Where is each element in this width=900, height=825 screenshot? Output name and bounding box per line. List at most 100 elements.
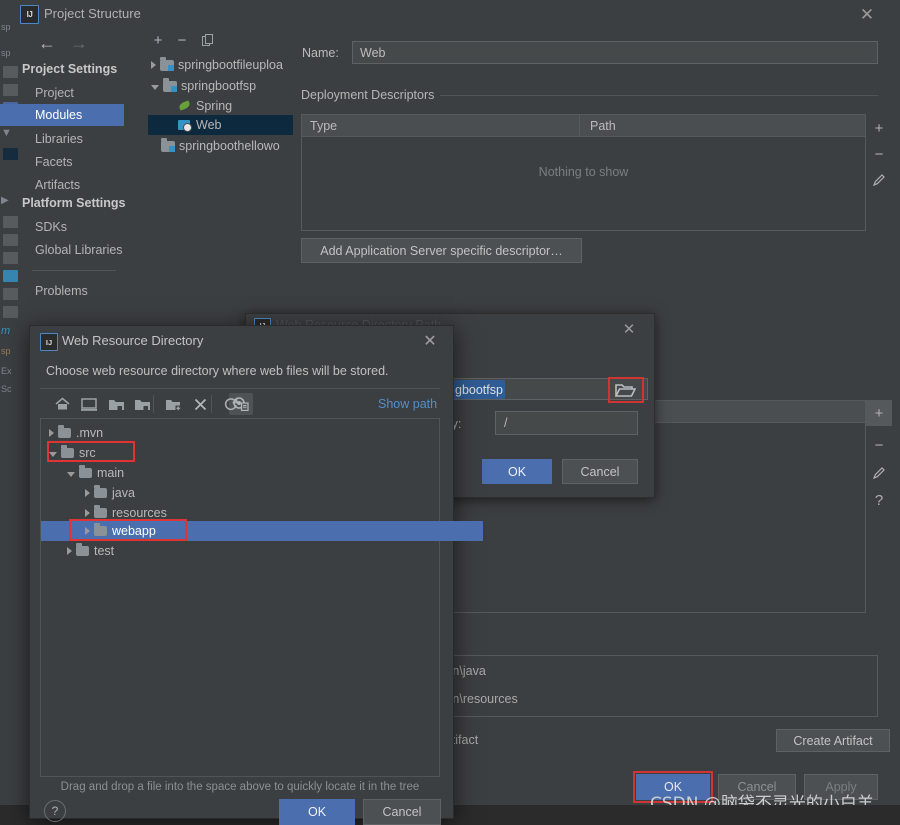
sidebar-item-project[interactable]: Project [0, 82, 124, 104]
sidebar-item-global-libraries[interactable]: Global Libraries [0, 239, 124, 261]
folder-left-icon [134, 399, 150, 410]
back-arrow-icon[interactable]: ← [38, 33, 56, 54]
src-highlight-box [47, 441, 135, 462]
editor-text-fragment: sp [1, 48, 11, 58]
sidebar-item-label: Modules [35, 108, 83, 122]
table-header-row [302, 115, 865, 137]
sidebar-item-facets[interactable]: Facets [0, 151, 124, 173]
hidden-dialog-cancel-button[interactable]: Cancel [562, 459, 638, 484]
home-icon [54, 397, 70, 410]
project-structure-titlebar [24, 0, 900, 28]
collapse-arrow-icon: ▶ [1, 195, 9, 206]
column-divider[interactable] [579, 115, 580, 137]
create-artifact-button[interactable]: Create Artifact [776, 729, 890, 752]
module-directory-button[interactable] [131, 394, 153, 414]
module-label: springbootfileuploa [178, 58, 283, 72]
chevron-right-icon[interactable] [67, 547, 72, 555]
sidebar-item-label: Libraries [35, 132, 83, 146]
add-application-server-descriptor-button[interactable]: Add Application Server specific descript… [301, 238, 582, 263]
editor-text-fragment: sp [1, 22, 11, 32]
pencil-icon [872, 467, 885, 480]
tree-row-mvn[interactable]: .mvn [41, 423, 447, 443]
sidebar-item-modules[interactable]: Modules [0, 104, 124, 126]
eye-doc-icon [233, 397, 249, 411]
chooser-description: Choose web resource directory where web … [46, 364, 389, 378]
chevron-right-icon[interactable] [85, 489, 90, 497]
editor-text-fragment: Ex [1, 366, 12, 376]
module-tree-row[interactable]: springbootfileuploa [148, 55, 296, 75]
home-button[interactable] [51, 394, 73, 414]
sidebar-item-libraries[interactable]: Libraries [0, 128, 124, 150]
module-folder-icon [163, 77, 177, 92]
module-tree-row[interactable]: springbootfsp [148, 76, 296, 96]
module-tree-row[interactable]: springboothellowo [148, 136, 306, 156]
sidebar-item-label: Project [35, 86, 74, 100]
drag-drop-hint: Drag and drop a file into the space abov… [60, 781, 420, 793]
column-header-path[interactable]: Path [590, 119, 616, 133]
x-icon [194, 398, 206, 410]
module-label: springbootfsp [181, 79, 257, 93]
add-module-button[interactable]: + [149, 31, 167, 49]
new-folder-button[interactable] [163, 394, 185, 414]
close-icon[interactable]: ✕ [855, 4, 879, 26]
desktop-button[interactable] [78, 394, 100, 414]
help-button[interactable]: ? [44, 800, 66, 822]
webapp-highlight-box [69, 519, 187, 541]
toolbar-separator [211, 395, 212, 413]
hidden-dialog-ok-button[interactable]: OK [482, 459, 552, 484]
empty-table-message: Nothing to show [538, 165, 629, 179]
web-resource-help-button[interactable]: ? [866, 487, 892, 513]
editor-text-fragment: sp [1, 346, 11, 356]
spring-leaf-icon [178, 100, 192, 112]
delete-button[interactable] [189, 394, 211, 414]
maven-tool-label: m [1, 325, 11, 337]
chevron-down-icon[interactable] [67, 471, 75, 477]
forward-arrow-icon[interactable]: → [70, 33, 88, 54]
remove-web-resource-button[interactable]: − [866, 432, 892, 458]
edit-descriptor-button[interactable] [866, 167, 892, 193]
sidebar-item-sdks[interactable]: SDKs [0, 216, 124, 238]
sidebar-item-problems[interactable]: Problems [0, 280, 124, 302]
web-resource-directory-selected-text: gbootfsp [453, 380, 505, 399]
chooser-ok-button[interactable]: OK [279, 799, 355, 825]
sidebar-item-label: Global Libraries [35, 243, 123, 257]
tree-row-main[interactable]: main [41, 463, 465, 483]
folder-icon [79, 465, 92, 478]
copy-icon [201, 33, 213, 46]
intellij-logo-icon: IJ [40, 333, 58, 351]
copy-module-button[interactable] [199, 31, 217, 49]
name-input[interactable]: Web [352, 41, 878, 64]
chevron-down-icon[interactable] [151, 84, 159, 90]
module-folder-icon [161, 137, 175, 152]
tree-row-label: .mvn [76, 426, 104, 440]
folder-icon [58, 425, 71, 438]
close-icon[interactable]: ✕ [419, 330, 441, 351]
close-icon[interactable]: ✕ [618, 319, 640, 339]
project-directory-button[interactable] [105, 394, 127, 414]
tree-row-test[interactable]: test [41, 541, 465, 561]
folder-icon [94, 505, 107, 518]
web-facet-icon [178, 119, 192, 132]
sidebar-item-artifacts[interactable]: Artifacts [0, 174, 124, 196]
sidebar-item-label: Problems [35, 284, 88, 298]
chevron-right-icon[interactable] [85, 509, 90, 517]
tree-row-java[interactable]: java [41, 483, 483, 503]
add-web-resource-button[interactable]: + [866, 400, 892, 426]
add-descriptor-button[interactable]: + [866, 115, 892, 141]
column-header-type[interactable]: Type [310, 119, 337, 133]
tree-row-label: main [97, 466, 125, 480]
chooser-dialog-title: Web Resource Directory [62, 333, 204, 348]
show-path-link[interactable]: Show path [378, 397, 437, 411]
sidebar-group-platform-settings: Platform Settings [22, 196, 126, 210]
edit-web-resource-button[interactable] [866, 460, 892, 486]
chevron-right-icon[interactable] [49, 429, 54, 437]
remove-descriptor-button[interactable]: − [866, 141, 892, 167]
chooser-cancel-button[interactable]: Cancel [363, 799, 441, 825]
chevron-right-icon[interactable] [151, 61, 156, 69]
show-hidden-files-button[interactable] [230, 394, 252, 414]
folder-icon [76, 543, 89, 556]
folder-plus-icon [166, 399, 181, 411]
relative-directory-input[interactable]: / [495, 411, 638, 435]
remove-module-button[interactable]: − [173, 31, 191, 49]
sidebar-divider [32, 270, 116, 271]
